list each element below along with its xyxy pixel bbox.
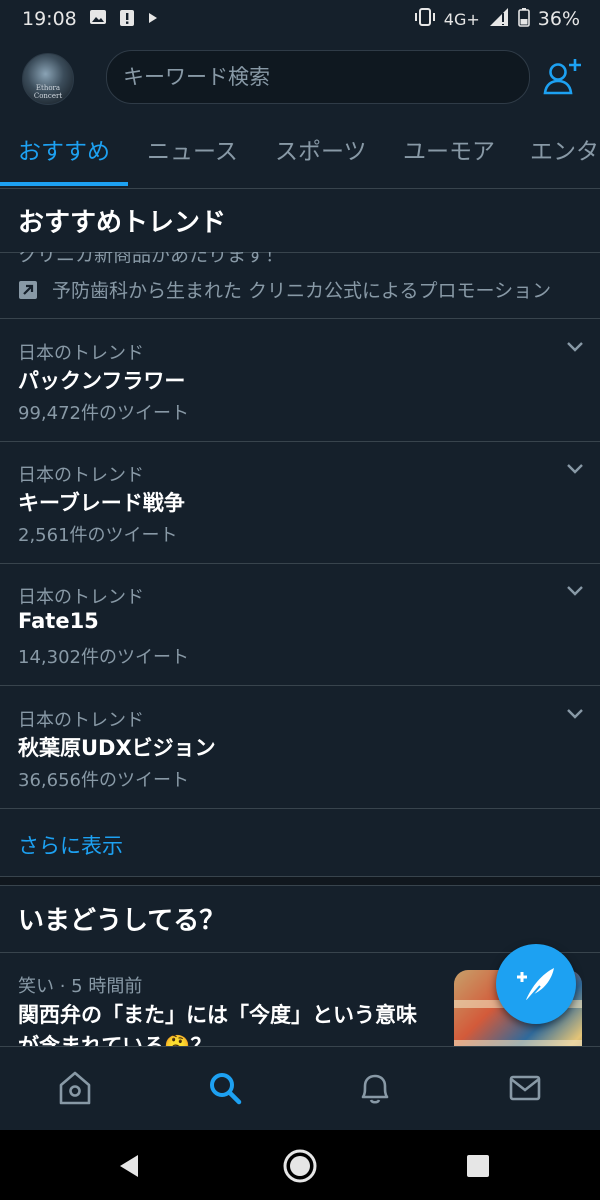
whats-happening-header: いまどうしてる？ xyxy=(0,886,600,953)
trend-name: キーブレード戦争 xyxy=(18,491,185,515)
search-icon xyxy=(210,1073,242,1105)
trend-tweet-count: 2,561件のツイート xyxy=(18,525,178,546)
tab-recommended[interactable]: おすすめ xyxy=(18,118,110,188)
trend-item[interactable]: 日本のトレンド キーブレード戦争 2,561件のツイート xyxy=(0,441,600,564)
signal-icon xyxy=(488,7,510,32)
promo-label: 予防歯科から生まれた クリニカ公式によるプロモーション xyxy=(52,280,552,302)
nav-search-button[interactable] xyxy=(202,1065,248,1111)
system-back-button[interactable] xyxy=(112,1148,148,1184)
tab-entertainment[interactable]: エンタ xyxy=(530,118,599,188)
avatar[interactable]: Ethora Concert xyxy=(22,53,74,105)
system-recents-button[interactable] xyxy=(460,1148,496,1184)
nav-notifications-button[interactable] xyxy=(352,1065,398,1111)
tab-humor[interactable]: ユーモア xyxy=(403,118,495,188)
status-time: 19:08 xyxy=(22,8,77,30)
chevron-down-icon[interactable] xyxy=(566,463,584,475)
play-icon xyxy=(147,8,159,30)
trend-name: パックンフラワー xyxy=(18,369,186,393)
promoted-icon xyxy=(18,280,38,300)
trend-tweet-count: 99,472件のツイート xyxy=(18,403,189,424)
trend-name: Fate15 xyxy=(18,609,99,633)
trend-tweet-count: 36,656件のツイート xyxy=(18,770,189,791)
image-icon xyxy=(89,8,107,31)
chevron-down-icon[interactable] xyxy=(566,585,584,597)
section-divider xyxy=(0,876,600,886)
home-circle-icon xyxy=(283,1149,317,1183)
bottom-nav xyxy=(0,1046,600,1131)
compose-tweet-button[interactable] xyxy=(496,944,576,1024)
system-home-button[interactable] xyxy=(282,1148,318,1184)
recents-square-icon xyxy=(467,1155,489,1177)
battery-level: 36% xyxy=(537,8,580,30)
chevron-down-icon[interactable] xyxy=(566,708,584,720)
trend-item[interactable]: 日本のトレンド パックンフラワー 99,472件のツイート xyxy=(0,319,600,442)
trends-section-header: おすすめトレンド xyxy=(0,188,600,253)
avatar-caption: Ethora Concert xyxy=(33,84,63,100)
promo-label-row: 予防歯科から生まれた クリニカ公式によるプロモーション xyxy=(18,276,551,303)
mail-icon xyxy=(509,1075,541,1101)
system-nav-bar xyxy=(0,1130,600,1200)
status-bar: 19:08 4G+ 36% xyxy=(0,0,600,38)
top-bar: Ethora Concert xyxy=(0,38,600,118)
add-user-button[interactable] xyxy=(542,56,584,98)
search-input[interactable] xyxy=(107,64,515,90)
alert-icon xyxy=(119,7,135,32)
vibrate-icon xyxy=(414,7,436,31)
search-box[interactable] xyxy=(106,50,530,104)
trend-context: 日本のトレンド xyxy=(18,343,144,364)
trend-context: 日本のトレンド xyxy=(18,587,144,608)
active-tab-indicator xyxy=(0,182,128,186)
chevron-down-icon[interactable] xyxy=(566,341,584,353)
news-meta: 笑い · 5 時間前 xyxy=(18,976,143,997)
tab-sports[interactable]: スポーツ xyxy=(275,118,367,188)
promo-description: クリニカ新商品があたります！ xyxy=(18,252,285,266)
trend-item[interactable]: 日本のトレンド Fate15 14,302件のツイート xyxy=(0,563,600,686)
home-icon xyxy=(59,1071,91,1105)
add-user-icon xyxy=(543,59,581,95)
trend-name: 秋葉原UDXビジョン xyxy=(18,736,216,760)
whats-happening-title: いまどうしてる？ xyxy=(18,906,226,936)
back-triangle-icon xyxy=(120,1155,138,1177)
trend-tweet-count: 14,302件のツイート xyxy=(18,647,189,668)
promoted-trend[interactable]: クリニカ新商品があたります！ 予防歯科から生まれた クリニカ公式によるプロモーシ… xyxy=(0,252,600,319)
trend-context: 日本のトレンド xyxy=(18,710,144,731)
battery-icon xyxy=(517,7,530,32)
tab-bar: おすすめ ニュース スポーツ ユーモア エンタ xyxy=(0,118,600,189)
nav-home-button[interactable] xyxy=(52,1065,98,1111)
section-title: おすすめトレンド xyxy=(18,208,227,238)
compose-feather-icon xyxy=(517,968,554,1003)
network-type: 4G+ xyxy=(443,9,480,29)
news-headline: 関西弁の「また」には「今度」という意味が含まれている🤔？ xyxy=(18,1003,417,1046)
show-more-link[interactable]: さらに表示 xyxy=(0,808,600,876)
bell-icon xyxy=(361,1074,389,1104)
trend-item[interactable]: 日本のトレンド 秋葉原UDXビジョン 36,656件のツイート xyxy=(0,686,600,809)
nav-messages-button[interactable] xyxy=(502,1065,548,1111)
trend-context: 日本のトレンド xyxy=(18,465,144,486)
show-more-label: さらに表示 xyxy=(18,834,123,858)
tab-news[interactable]: ニュース xyxy=(147,118,238,188)
